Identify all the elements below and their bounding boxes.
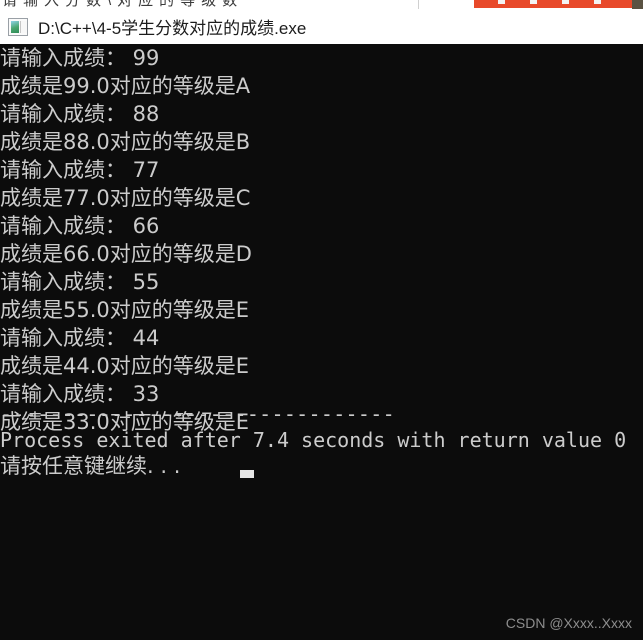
accent-notch	[562, 0, 569, 4]
console-line: 请输入成绩： 99	[0, 46, 160, 70]
csdn-watermark: CSDN @Xxxx..Xxxx	[505, 615, 632, 631]
accent-notch	[530, 0, 537, 4]
background-window-right-edge	[632, 0, 643, 9]
console-line: 成绩是55.0对应的等级是E	[0, 298, 250, 322]
icon-right-pane	[20, 20, 27, 33]
background-window-sliver[interactable]: 请输入分数\对应的等级数	[0, 0, 643, 9]
console-line: 请输入成绩： 88	[0, 102, 160, 126]
console-separator-line: --------------------------------	[0, 402, 395, 426]
console-line: 成绩是44.0对应的等级是E	[0, 354, 250, 378]
console-line: 请输入成绩： 77	[0, 158, 160, 182]
console-line: 成绩是66.0对应的等级是D	[0, 242, 252, 266]
text-cursor	[240, 470, 254, 478]
console-line: 请输入成绩： 55	[0, 270, 160, 294]
background-window-accent-bar[interactable]	[474, 0, 643, 8]
console-line: 成绩是77.0对应的等级是C	[0, 186, 251, 210]
console-line: 请输入成绩： 66	[0, 214, 160, 238]
icon-left-pane	[11, 20, 19, 33]
console-line: 成绩是88.0对应的等级是B	[0, 130, 251, 154]
press-any-key-prompt: 请按任意键继续. . .	[0, 454, 181, 478]
window-title: D:\C++\4-5学生分数对应的成绩.exe	[38, 19, 307, 38]
screen-root: 请输入分数\对应的等级数 D:\C++\4-5学生分数对应的成绩.exe 请输入…	[0, 0, 643, 640]
window-titlebar[interactable]: D:\C++\4-5学生分数对应的成绩.exe	[0, 9, 643, 44]
process-exit-message: Process exited after 7.4 seconds with re…	[0, 428, 627, 452]
console-output-area[interactable]: 请输入成绩： 99 成绩是99.0对应的等级是A 请输入成绩： 88 成绩是88.0对…	[0, 44, 643, 640]
console-line: 成绩是99.0对应的等级是A	[0, 74, 251, 98]
accent-notch	[498, 0, 505, 4]
accent-notch	[594, 0, 601, 4]
background-window-clipped-text: 请输入分数\对应的等级数	[2, 0, 244, 9]
console-line: 请输入成绩： 44	[0, 326, 160, 350]
background-window-divider	[418, 0, 419, 9]
console-app-icon	[8, 17, 28, 36]
